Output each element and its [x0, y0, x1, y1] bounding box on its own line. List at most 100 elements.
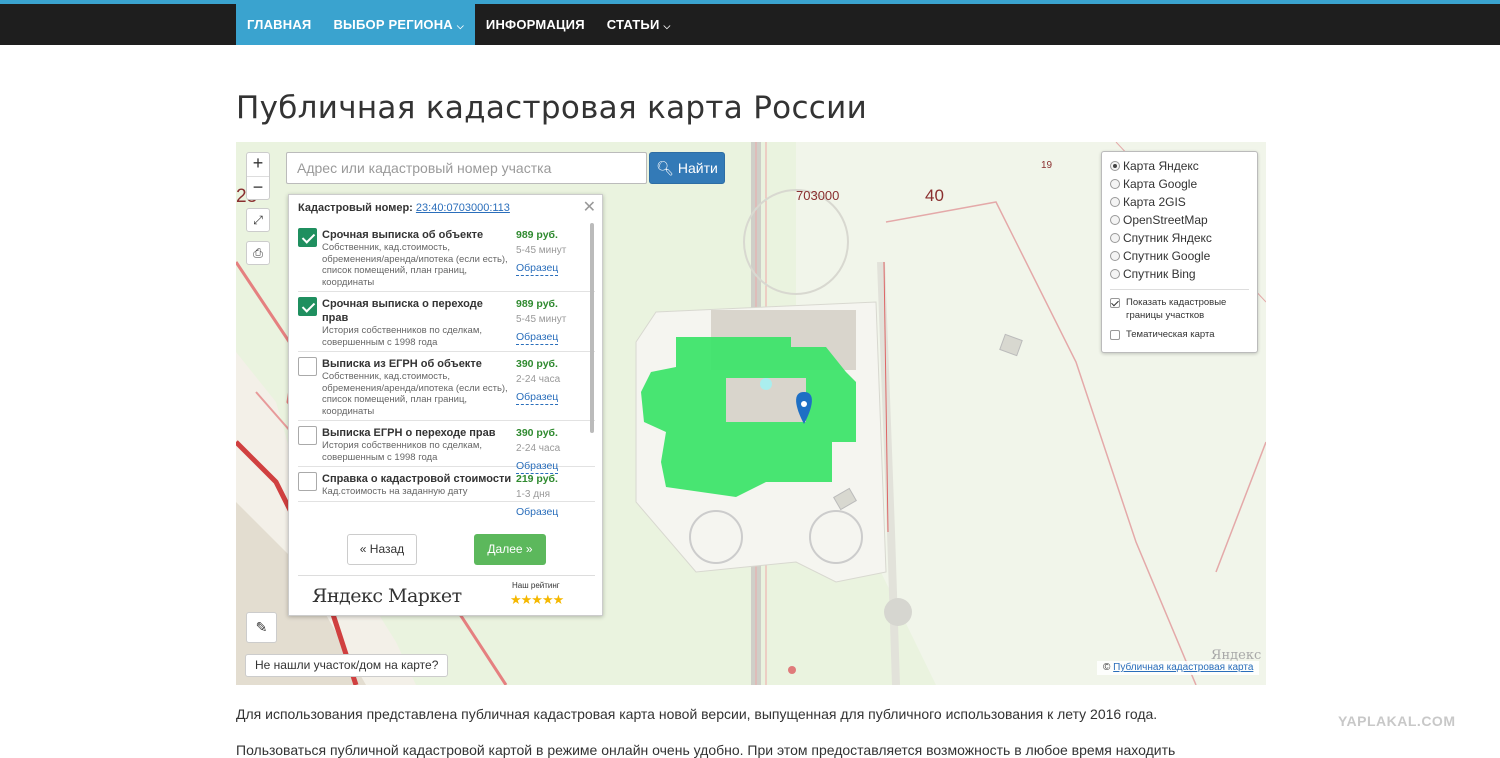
service-desc: Собственник, кад.стоимость, обременения/… [322, 242, 508, 288]
service-checkbox[interactable] [298, 228, 317, 247]
nav-item-articles[interactable]: СТАТЬИ ⌵ [596, 4, 682, 45]
service-price: 390 руб. [516, 427, 558, 439]
layer-option[interactable]: Карта Google [1110, 175, 1249, 193]
map-copyright: © Публичная кадастровая карта [1097, 661, 1260, 675]
rating-label: Наш рейтинг [512, 581, 560, 590]
nav-info-label: ИНФОРМАЦИЯ [485, 17, 585, 32]
sample-link[interactable]: Образец [516, 262, 559, 276]
service-checkbox[interactable] [298, 426, 317, 445]
layer-option[interactable]: Карта 2GIS [1110, 193, 1249, 211]
show-borders-toggle[interactable]: Показать кадастровые границы участков [1110, 296, 1249, 322]
map-label-40: 40 [925, 186, 944, 205]
show-borders-label: Показать кадастровые границы участков [1126, 297, 1227, 321]
list-item: Срочная выписка о переходе прав История с… [298, 292, 595, 352]
nav-item-info[interactable]: ИНФОРМАЦИЯ [475, 4, 596, 45]
nav-articles-label: СТАТЬИ [606, 17, 660, 32]
fullscreen-button[interactable]: ⤢ [246, 208, 270, 232]
service-desc: История собственников по сделкам, соверш… [322, 325, 483, 348]
zoom-out-button[interactable]: − [247, 176, 269, 199]
back-button[interactable]: « Назад [347, 534, 417, 565]
layer-option[interactable]: Спутник Google [1110, 247, 1249, 265]
service-term: 5-45 минут [516, 314, 567, 325]
list-item: Выписка ЕГРН о переходе прав История собс… [298, 421, 595, 474]
cadastral-number-link[interactable]: 23:40:0703000:113 [416, 202, 510, 214]
search-button[interactable]: 🔍︎ Найти [649, 152, 725, 184]
zoom-control: + − [246, 152, 270, 200]
service-checkbox[interactable] [298, 472, 317, 491]
search-button-label: Найти [677, 160, 718, 176]
service-title: Справка о кадастровой стоимости [322, 473, 512, 485]
checkbox-icon [1110, 330, 1120, 340]
checkbox-icon [1110, 298, 1120, 308]
layer-label: Спутник Google [1123, 249, 1211, 263]
radio-icon [1110, 179, 1120, 189]
service-title: Выписка из ЕГРН об объекте [322, 358, 482, 370]
popup-scrollbar[interactable] [590, 223, 594, 433]
map-label-19: 19 [1041, 160, 1053, 171]
service-desc: Кад.стоимость на заданную дату [322, 486, 468, 497]
nav-region-label: ВЫБОР РЕГИОНА [333, 17, 453, 32]
layer-label: Спутник Яндекс [1123, 231, 1212, 245]
service-term: 2-24 часа [516, 374, 561, 385]
ruler-icon: ✎ [255, 619, 268, 635]
layer-option[interactable]: Спутник Bing [1110, 265, 1249, 283]
search-input[interactable] [286, 152, 647, 184]
order-popup: Кадастровый номер: 23:40:0703000:113 ✕ С… [288, 194, 603, 616]
yandex-market-logo: Яндекс Маркет [312, 585, 462, 607]
nav-home-label: ГЛАВНАЯ [247, 17, 312, 32]
layer-label: Карта Яндекс [1123, 159, 1199, 173]
thematic-label: Тематическая карта [1126, 329, 1215, 340]
service-term: 5-45 минут [516, 245, 567, 256]
cadastral-map[interactable]: 703000 40 19 23 + − ⤢ ⎙ 🔍︎ Найти Кадастр… [236, 142, 1266, 685]
layer-option[interactable]: Карта Яндекс [1110, 157, 1249, 175]
main-nav: ГЛАВНАЯ ВЫБОР РЕГИОНА ⌵ ИНФОРМАЦИЯ СТАТЬИ… [236, 4, 682, 45]
not-found-button[interactable]: Не нашли участок/дом на карте? [245, 654, 449, 677]
intro-paragraph: Для использования представлена публичная… [236, 706, 1158, 722]
layer-label: Карта 2GIS [1123, 195, 1186, 209]
star-rating-icon: ★★★★★ [510, 592, 564, 607]
service-title: Срочная выписка об объекте [322, 229, 484, 241]
page-title: Публичная кадастровая карта России [236, 90, 868, 126]
next-button[interactable]: Далее » [474, 534, 546, 565]
radio-icon [1110, 161, 1120, 171]
layer-option[interactable]: Спутник Яндекс [1110, 229, 1249, 247]
service-price: 989 руб. [516, 229, 558, 241]
chevron-down-icon: ⌵ [663, 21, 671, 31]
site-watermark: YAPLAKAL.COM [1338, 713, 1456, 729]
layer-divider [1110, 289, 1249, 290]
nav-item-home[interactable]: ГЛАВНАЯ [236, 4, 323, 45]
service-term: 1-3 дня [516, 489, 551, 500]
service-title: Выписка ЕГРН о переходе прав [322, 427, 496, 439]
service-price: 989 руб. [516, 298, 558, 310]
chevron-down-icon: ⌵ [456, 21, 464, 31]
service-checkbox[interactable] [298, 357, 317, 376]
copyright-link[interactable]: Публичная кадастровая карта [1113, 662, 1253, 673]
layer-label: Спутник Bing [1123, 267, 1196, 281]
close-icon[interactable]: ✕ [583, 197, 596, 217]
layer-switcher: Карта Яндекс Карта Google Карта 2GIS Ope… [1101, 151, 1258, 353]
service-checkbox[interactable] [298, 297, 317, 316]
radio-icon [1110, 233, 1120, 243]
radio-icon [1110, 197, 1120, 207]
print-button[interactable]: ⎙ [246, 241, 270, 265]
list-item: Справка о кадастровой стоимости Кад.стоим… [298, 467, 595, 518]
market-badge[interactable]: Яндекс Маркет Наш рейтинг ★★★★★ [298, 575, 595, 613]
zoom-in-button[interactable]: + [247, 153, 269, 176]
ruler-button[interactable]: ✎ [246, 612, 277, 643]
sample-link[interactable]: Образец [516, 391, 559, 405]
sample-link[interactable]: Образец [516, 506, 558, 519]
nav-item-region[interactable]: ВЫБОР РЕГИОНА ⌵ [322, 4, 475, 45]
list-item: Срочная выписка об объекте Собственник, к… [298, 223, 595, 292]
copyright-symbol: © [1103, 662, 1111, 673]
cadastral-header: Кадастровый номер: 23:40:0703000:113 [298, 202, 510, 214]
service-price: 219 руб. [516, 473, 558, 485]
thematic-map-toggle[interactable]: Тематическая карта [1110, 328, 1249, 341]
radio-icon [1110, 269, 1120, 279]
top-navbar: ГЛАВНАЯ ВЫБОР РЕГИОНА ⌵ ИНФОРМАЦИЯ СТАТЬИ… [0, 0, 1500, 45]
second-paragraph: Пользоваться публичной кадастровой карто… [236, 742, 1176, 758]
service-title: Срочная выписка о переходе прав [322, 298, 483, 324]
sample-link[interactable]: Образец [516, 331, 559, 345]
service-term: 2-24 часа [516, 443, 561, 454]
radio-icon [1110, 215, 1120, 225]
layer-option[interactable]: OpenStreetMap [1110, 211, 1249, 229]
